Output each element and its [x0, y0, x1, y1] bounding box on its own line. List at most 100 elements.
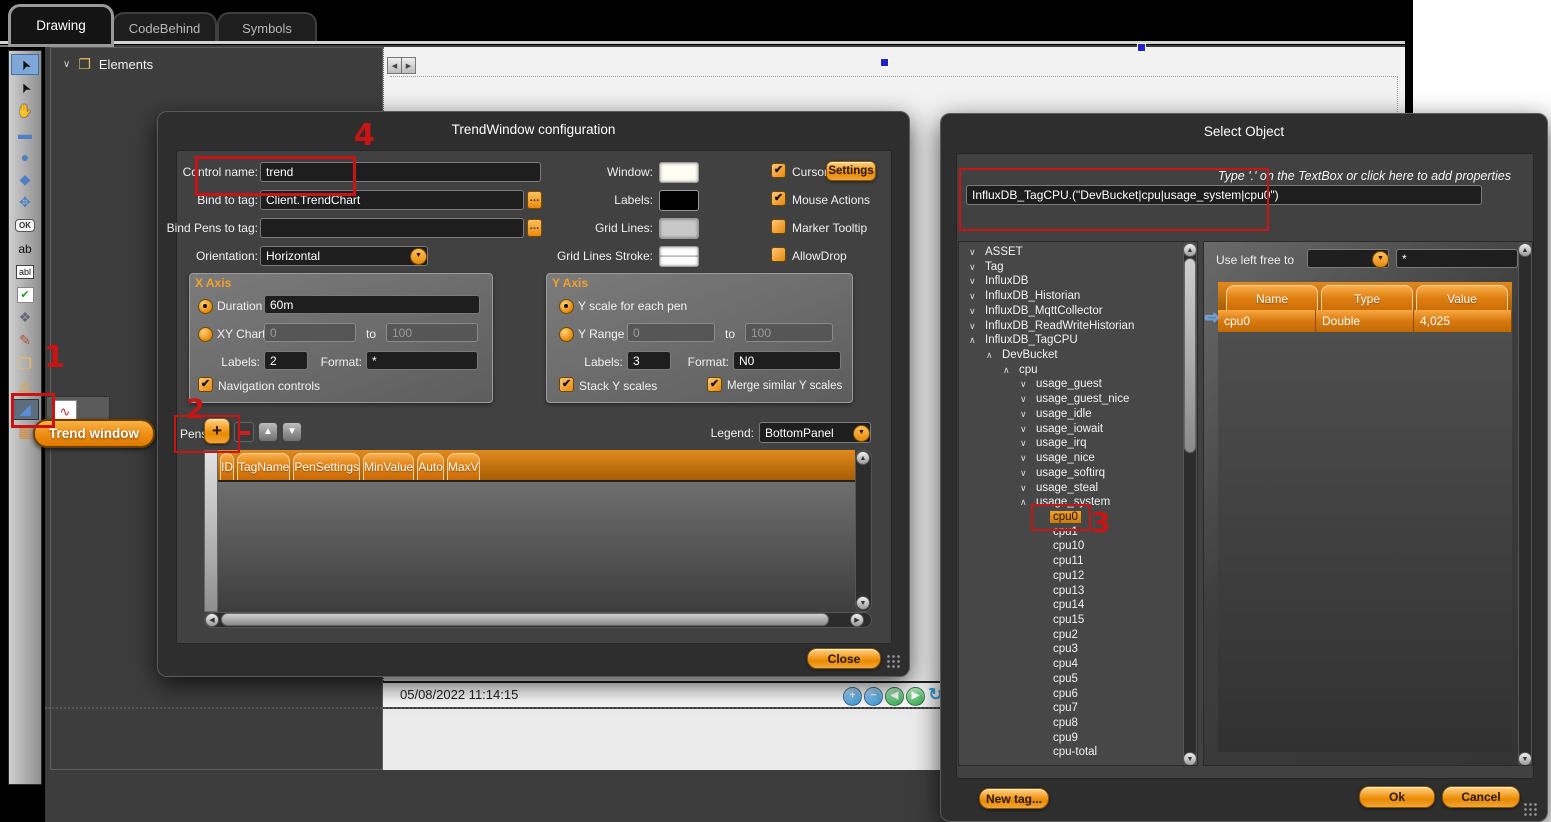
image-tool-icon[interactable]: ✎ — [11, 330, 39, 351]
tree-item[interactable]: ∨InfluxDB_MqttCollector — [959, 304, 1183, 319]
property-column-header[interactable]: Name — [1226, 285, 1318, 310]
checkbox-tool-icon[interactable]: ✔ — [11, 284, 39, 305]
property-table-body[interactable] — [1218, 332, 1512, 752]
xy-from-input[interactable]: 0 — [264, 323, 356, 342]
tree-item[interactable]: cpu12 — [959, 569, 1183, 584]
mouse-actions-checkbox[interactable]: ✔ — [771, 191, 786, 206]
horizontal-scroll-thumb[interactable] — [221, 613, 829, 626]
legend-dropdown-icon[interactable]: ▼ — [853, 425, 870, 442]
y-from-input[interactable]: 0 — [627, 323, 715, 342]
tab-drawing[interactable]: Drawing — [8, 4, 114, 47]
tree-scroll-thumb[interactable] — [1184, 258, 1196, 453]
canvas-scroll-left-icon[interactable]: ◀ — [387, 57, 402, 74]
canvas-scroll-right-icon[interactable]: ▶ — [401, 57, 416, 74]
tree-chevron-icon[interactable]: ∨ — [1020, 377, 1033, 392]
textbox-tool-icon[interactable]: abl — [11, 261, 39, 282]
property-cell[interactable]: 4,025 — [1414, 310, 1512, 332]
selection-handle[interactable] — [1137, 43, 1146, 52]
tree-item[interactable]: cpu9 — [959, 731, 1183, 746]
tree-item[interactable]: cpu6 — [959, 687, 1183, 702]
cancel-button[interactable]: Cancel — [1442, 786, 1520, 808]
tree-item[interactable]: cpu13 — [959, 584, 1183, 599]
tree-item[interactable]: ∨usage_irq — [959, 436, 1183, 451]
label-tool-icon[interactable]: ab — [11, 238, 39, 259]
cursor-checkbox[interactable]: ✔ — [771, 163, 786, 178]
tree-chevron-icon[interactable]: ∨ — [969, 274, 982, 289]
tab-symbols[interactable]: Symbols — [217, 12, 317, 43]
y-scale-each-pen-radio[interactable] — [559, 299, 574, 314]
pointer-tool-icon[interactable]: ➤ — [11, 54, 39, 75]
tree-item[interactable]: ∧cpu — [959, 363, 1183, 378]
tree-chevron-icon[interactable]: ∨ — [1020, 392, 1033, 407]
tree-chevron-icon[interactable]: ∧ — [1003, 363, 1016, 378]
direct-select-tool-icon[interactable]: ➤ — [11, 77, 39, 98]
cursor-settings-button[interactable]: Settings — [826, 161, 876, 181]
tree-item[interactable]: cpu14 — [959, 598, 1183, 613]
tree-item[interactable]: cpu15 — [959, 613, 1183, 628]
property-cell[interactable]: cpu0 — [1218, 310, 1316, 332]
tree-chevron-icon[interactable]: ∨ — [1020, 436, 1033, 451]
stack-y-scales-checkbox[interactable]: ✔ — [559, 377, 574, 392]
tree-item[interactable]: ∨InfluxDB — [959, 274, 1183, 289]
polygon-tool-icon[interactable]: ◆ — [11, 169, 39, 190]
mesh-tool-icon[interactable]: ❖ — [11, 307, 39, 328]
new-tag-button[interactable]: New tag... — [979, 788, 1049, 809]
scroll-left-icon[interactable]: ◀ — [205, 613, 219, 627]
elements-collapse-icon[interactable]: ∨ — [63, 59, 70, 70]
folder-tool-icon[interactable]: ❐ — [11, 353, 39, 374]
grid-stroke-swatch[interactable] — [659, 246, 699, 267]
resize-grip[interactable] — [886, 654, 900, 668]
duration-radio[interactable] — [198, 299, 213, 314]
tree-chevron-icon[interactable]: ∧ — [969, 333, 982, 348]
tree-item[interactable]: ∨usage_softirq — [959, 466, 1183, 481]
pens-vertical-scrollbar[interactable] — [855, 450, 872, 612]
tab-codebehind[interactable]: CodeBehind — [112, 12, 217, 43]
tree-chevron-icon[interactable]: ∨ — [1020, 407, 1033, 422]
grid-lines-color-swatch[interactable] — [659, 218, 699, 239]
bind-pens-input[interactable] — [260, 218, 524, 238]
zoom-out-icon[interactable]: − — [864, 687, 883, 706]
tree-chevron-icon[interactable]: ∨ — [969, 319, 982, 334]
orientation-select[interactable]: Horizontal — [260, 246, 428, 266]
scroll-down-icon[interactable]: ▼ — [1518, 752, 1532, 766]
tree-item[interactable]: ∧DevBucket — [959, 348, 1183, 363]
property-column-header[interactable]: Type — [1321, 285, 1413, 310]
tree-item[interactable]: ∨usage_idle — [959, 407, 1183, 422]
tree-item[interactable]: cpu5 — [959, 672, 1183, 687]
navigation-controls-checkbox[interactable]: ✔ — [198, 377, 213, 392]
nav-back-icon[interactable]: ◀ — [885, 687, 904, 706]
tree-chevron-icon[interactable]: ∨ — [969, 304, 982, 319]
pens-column-header[interactable]: MaxV — [447, 453, 480, 480]
tree-item[interactable]: cpu8 — [959, 716, 1183, 731]
tree-item[interactable]: cpu7 — [959, 701, 1183, 716]
xy-chart-radio[interactable] — [198, 327, 213, 342]
tree-item[interactable]: cpu3 — [959, 642, 1183, 657]
resize-grip[interactable] — [1523, 802, 1537, 816]
scroll-down-icon[interactable]: ▼ — [856, 596, 870, 610]
y-range-radio[interactable] — [559, 327, 574, 342]
tree-chevron-icon[interactable]: ∨ — [1020, 466, 1033, 481]
ok-button[interactable]: Ok — [1359, 786, 1435, 808]
tree-item[interactable]: ∨usage_guest — [959, 377, 1183, 392]
tree-item[interactable]: ∨usage_guest_nice — [959, 392, 1183, 407]
tree-chevron-icon[interactable]: ∨ — [1020, 451, 1033, 466]
tree-chevron-icon[interactable]: ∨ — [969, 245, 982, 260]
scroll-down-icon[interactable]: ▼ — [1183, 752, 1197, 766]
property-row-selected[interactable]: cpu0Double4,025 — [1218, 310, 1512, 332]
scroll-right-icon[interactable]: ▶ — [850, 613, 864, 627]
tree-item[interactable]: ∨InfluxDB_ReadWriteHistorian — [959, 319, 1183, 334]
tree-chevron-icon[interactable]: ∨ — [1020, 481, 1033, 496]
scroll-up-icon[interactable]: ▲ — [1183, 243, 1197, 257]
button-tool-icon[interactable]: OK — [11, 215, 39, 236]
x-format-input[interactable]: * — [366, 351, 478, 370]
tree-item[interactable]: ∧InfluxDB_TagCPU — [959, 333, 1183, 348]
tree-item[interactable]: cpu10 — [959, 539, 1183, 554]
tree-chevron-icon[interactable]: ∧ — [986, 348, 999, 363]
tree-item[interactable]: cpu11 — [959, 554, 1183, 569]
x-labels-input[interactable]: 2 — [264, 351, 308, 370]
move-pen-up-button[interactable]: ▲ — [258, 422, 278, 442]
property-scrollbar[interactable] — [1518, 242, 1532, 766]
selection-handle[interactable] — [880, 58, 889, 67]
pens-column-header[interactable]: ID — [220, 453, 234, 480]
tree-item[interactable]: ∨usage_iowait — [959, 422, 1183, 437]
